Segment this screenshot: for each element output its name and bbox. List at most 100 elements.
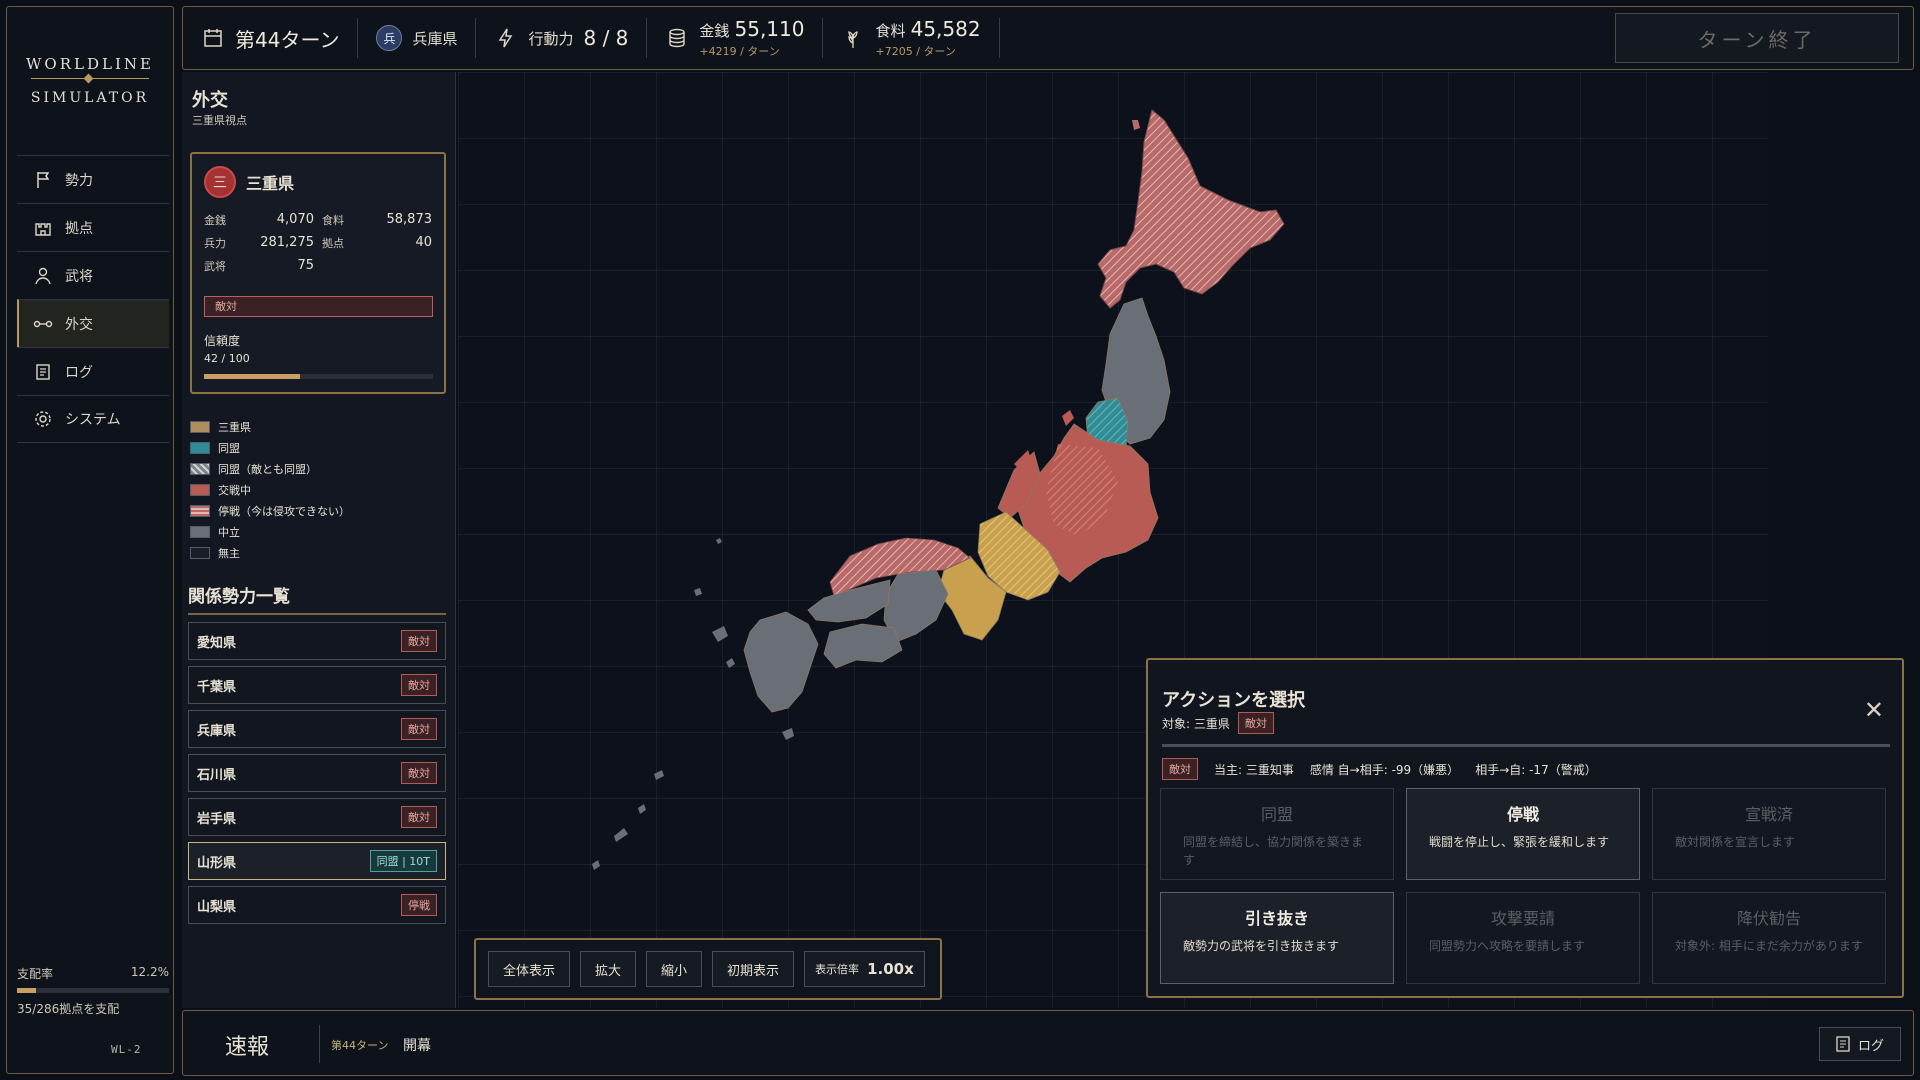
stat-value: 58,873 [386,212,433,227]
stat-value: 75 [297,258,314,273]
relation-name: 千葉県 [197,679,237,695]
legend-swatch [190,462,210,475]
logo-line2: SIMULATOR [30,90,150,106]
region-hokkaido[interactable] [1097,109,1285,309]
fit-all-button[interactable]: 全体表示 [488,951,571,987]
relations-list: 愛知県 敵対 千葉県 敵対 兵庫県 敵対 石川県 敵対 岩手県 敵対 山形県 同盟 | 10T 山梨県停… [188,622,446,930]
wheat-icon [848,31,859,48]
relations-divider [188,613,446,615]
nav-item-generals[interactable]: 武将 [17,251,169,299]
dominance-meter: 支配率 12.2% 35/286拠点を支配 [17,965,169,1017]
lightning-icon [499,28,513,48]
region-sado [1062,410,1074,426]
map-legend: 三重県 同盟 同盟（敵とも同盟） 交戦中 停戦（今は侵攻できない） 中立 無主 [190,416,350,563]
gear-icon [35,411,51,427]
logo-divider [31,78,149,79]
recruit-button[interactable]: 引き抜き 敵勢力の武将を引き抜きます [1160,892,1394,984]
side-navigation: WORLDLINE SIMULATOR 勢力 拠点 武将 外交 ログ システム [6,6,174,1074]
stat-value: 40 [415,235,432,250]
zoom-scale-display: 表示倍率 1.00x [804,951,925,987]
nav-item-system[interactable]: システム [17,395,169,443]
food-value: 45,582 [910,17,981,41]
action-points-value: 8 / 8 [583,26,629,50]
nav-item-diplomacy[interactable]: 外交 [17,299,169,347]
reverse-emotion-info: 相手→自: -17（警戒） [1475,762,1597,777]
action-description: 同盟勢力へ攻略を要請します [1429,939,1586,953]
app-logo: WORLDLINE SIMULATOR [7,55,173,106]
close-icon[interactable]: ✕ [1864,696,1884,724]
relation-name: 岩手県 [197,811,237,827]
trust-value: 42 / 100 [204,352,250,365]
relation-badge: 敵対 [1162,758,1198,780]
action-points: 行動力 8 / 8 [476,18,648,58]
island [782,728,794,740]
relation-row[interactable]: 石川県 敵対 [188,754,446,792]
zoom-in-button[interactable]: 拡大 [580,951,637,987]
top-status-bar: 第44ターン 兵 兵庫県 行動力 8 / 8 金銭 55,110 +4219 /… [182,6,1914,70]
dominance-summary: 35/286拠点を支配 [17,1002,120,1016]
legend-label: 交戦中 [218,483,251,497]
action-description: 戦闘を停止し、緊張を緩和します [1429,835,1610,849]
island [726,658,735,668]
food-label: 食料 [875,22,906,40]
declare-war-button[interactable]: 宣戦済 敵対関係を宣言します [1652,788,1886,880]
ceasefire-button[interactable]: 停戦 戦闘を停止し、緊張を緩和します [1406,788,1640,880]
action-description: 同盟を締結し、協力関係を築きます [1183,835,1364,867]
stat-value: 4,070 [276,212,314,227]
relation-row[interactable]: 山梨県 停戦 [188,886,446,924]
stat-value: 281,275 [260,235,314,250]
player-faction: 兵 兵庫県 [358,18,477,58]
region-shikoku[interactable] [823,623,903,669]
alliance-button[interactable]: 同盟 同盟を締結し、協力関係を築きます [1160,788,1394,880]
legend-swatch [190,525,210,538]
zoom-out-button[interactable]: 縮小 [646,951,703,987]
island [712,626,728,642]
dominance-percent: 12.2% [130,965,169,979]
relation-row[interactable]: 兵庫県 敵対 [188,710,446,748]
nav-item-bases[interactable]: 拠点 [17,203,169,251]
legend-swatch [190,420,210,433]
castle-icon [35,222,51,236]
relation-row[interactable]: 岩手県 敵対 [188,798,446,836]
relation-row[interactable]: 千葉県 敵対 [188,666,446,704]
relation-row[interactable]: 愛知県 敵対 [188,622,446,660]
nav-list: 勢力 拠点 武将 外交 ログ システム [17,155,169,443]
surrender-demand-button[interactable]: 降伏勧告 対象外: 相手にまだ余力があります [1652,892,1886,984]
nav-item-forces[interactable]: 勢力 [17,155,169,203]
attack-request-button[interactable]: 攻撃要請 同盟勢力へ攻略を要請します [1406,892,1640,984]
dominance-bar [17,988,169,993]
stat-label: 武将 [204,260,226,273]
region-kyushu[interactable] [743,611,819,713]
money-stat: 金銭 55,110 +4219 / ターン [647,17,824,58]
action-dialog: アクションを選択 対象: 三重県 敵対 ✕ 敵対 当主: 三重知事 感情 自→相… [1146,658,1904,998]
document-icon [36,363,50,380]
person-icon [35,267,51,284]
legend-swatch [190,483,210,496]
relation-row[interactable]: 山形県 同盟 | 10T [188,842,446,880]
dialog-target: 対象: 三重県 敵対 [1162,712,1274,734]
nav-item-log[interactable]: ログ [17,347,169,395]
end-turn-button[interactable]: ターン終了 [1615,13,1899,63]
island [654,770,664,780]
nav-item-label: 勢力 [65,172,93,189]
faction-crest-icon: 兵 [376,25,403,51]
flag-icon [37,171,50,188]
zoom-scale-value: 1.00x [867,960,914,978]
island [716,538,722,544]
relation-status-badge: 敵対 [401,806,437,828]
log-button[interactable]: ログ [1819,1027,1901,1061]
island [614,828,628,842]
relation-status-badge: 敵対 [401,630,437,652]
nav-item-label: 拠点 [65,220,93,237]
legend-item: 同盟（敵とも同盟） [190,458,350,479]
reset-view-button[interactable]: 初期表示 [712,951,795,987]
dialog-divider [1162,744,1890,747]
legend-item: 無主 [190,542,350,563]
relations-title: 関係勢力一覧 [188,587,290,607]
document-icon [1836,1036,1850,1052]
money-delta: +4219 / ターン [699,45,780,58]
legend-item: 同盟 [190,437,350,458]
zoom-scale-label: 表示倍率 [815,963,860,976]
faction-card: 三 三重県 金銭 4,070 食料 58,873 兵力 281,275 拠点 40 武将… [190,152,446,394]
action-points-label: 行動力 [528,29,574,48]
